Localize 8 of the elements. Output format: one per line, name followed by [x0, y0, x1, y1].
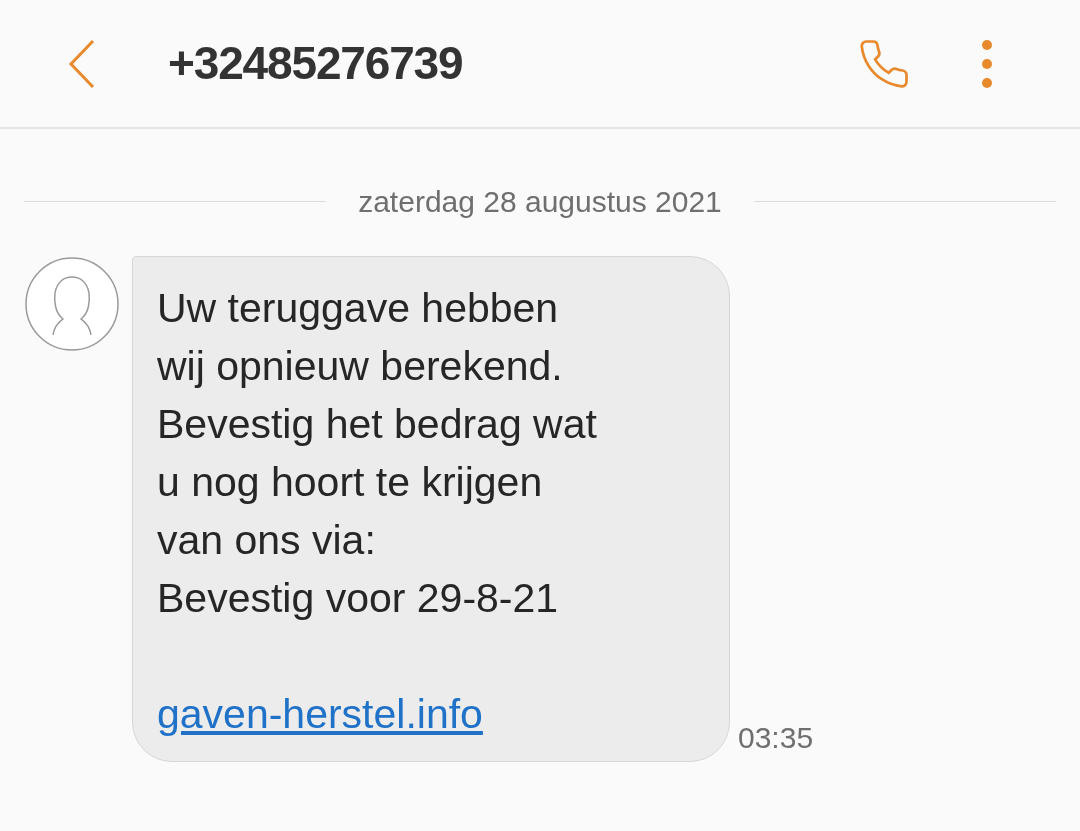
- contact-number: +32485276739: [168, 36, 463, 91]
- back-icon: [68, 38, 96, 89]
- message-link[interactable]: gaven-herstel.info: [157, 691, 483, 737]
- message-text: Uw teruggave hebben wij opnieuw berekend. Bevestig het bedrag wat u nog hoort te krijgen van ons via: Bevestig voor 29-8-21: [157, 284, 598, 623]
- date-separator: zaterdag 28 augustus 2021: [357, 184, 723, 220]
- more-icon: [981, 38, 993, 89]
- avatar-icon: [25, 257, 119, 351]
- message-time: 03:35: [738, 720, 814, 756]
